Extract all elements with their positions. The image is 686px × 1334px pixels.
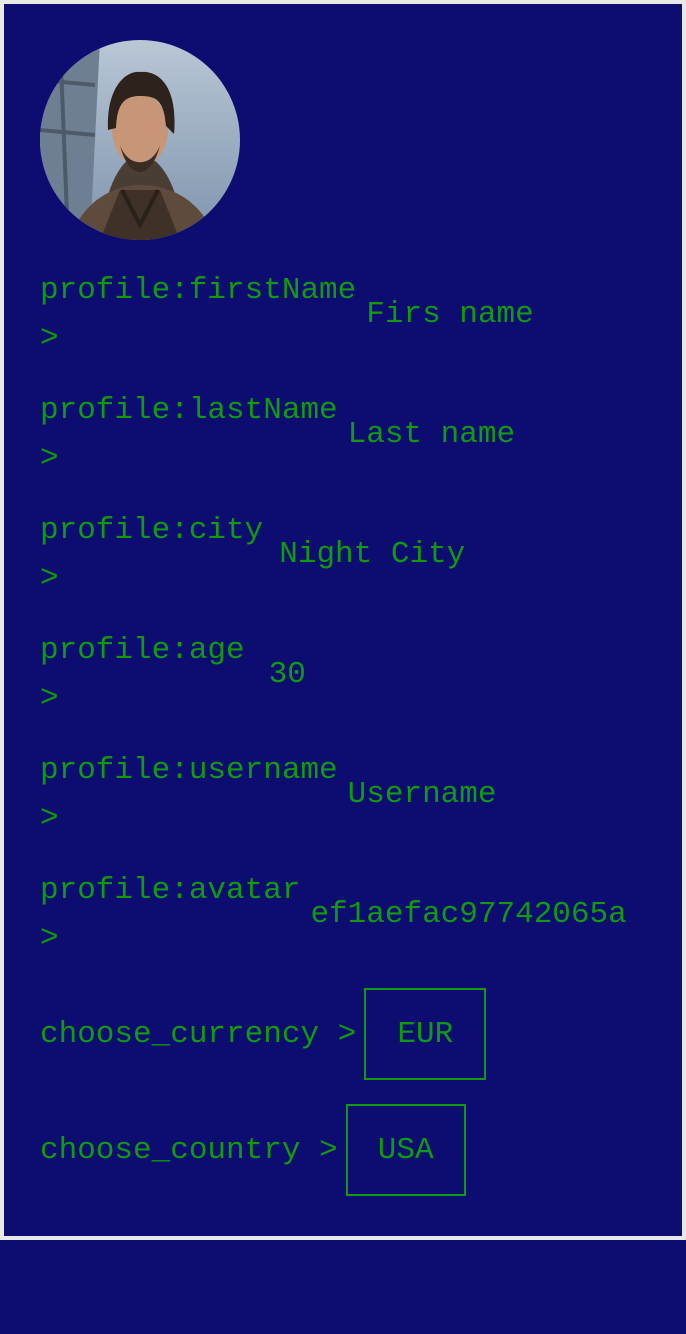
country-label: choose_country >: [40, 1132, 338, 1168]
currency-select[interactable]: EUR: [364, 988, 487, 1080]
city-label: profile:city >: [40, 513, 264, 596]
username-input[interactable]: Username: [348, 771, 497, 819]
field-city: profile:city > Night City: [40, 507, 465, 603]
currency-value: EUR: [397, 1016, 454, 1052]
first-name-input[interactable]: Firs name: [366, 291, 533, 339]
divider: [0, 1236, 686, 1240]
age-label: profile:age >: [40, 633, 245, 716]
avatar[interactable]: [40, 40, 240, 240]
country-value: USA: [377, 1132, 434, 1168]
field-last-name: profile:lastName > Last name: [40, 387, 515, 483]
country-row: choose_country > USA: [40, 1104, 466, 1196]
first-name-label: profile:firstName >: [40, 273, 357, 356]
city-input[interactable]: Night City: [279, 531, 465, 579]
field-age: profile:age > 30: [40, 627, 306, 723]
field-first-name: profile:firstName > Firs name: [40, 267, 534, 363]
last-name-label: profile:lastName >: [40, 393, 338, 476]
currency-label: choose_currency >: [40, 1016, 357, 1052]
field-username: profile:username > Username: [40, 747, 496, 843]
last-name-input[interactable]: Last name: [348, 411, 515, 459]
country-select[interactable]: USA: [345, 1104, 466, 1196]
username-label: profile:username >: [40, 753, 338, 836]
age-input[interactable]: 30: [269, 651, 306, 699]
avatar-label: profile:avatar >: [40, 873, 301, 956]
currency-row: choose_currency > EUR: [40, 988, 487, 1080]
avatar-input[interactable]: ef1aefac97742065a: [310, 891, 630, 939]
field-avatar: profile:avatar > ef1aefac97742065a: [40, 867, 630, 963]
avatar-image: [40, 40, 240, 240]
